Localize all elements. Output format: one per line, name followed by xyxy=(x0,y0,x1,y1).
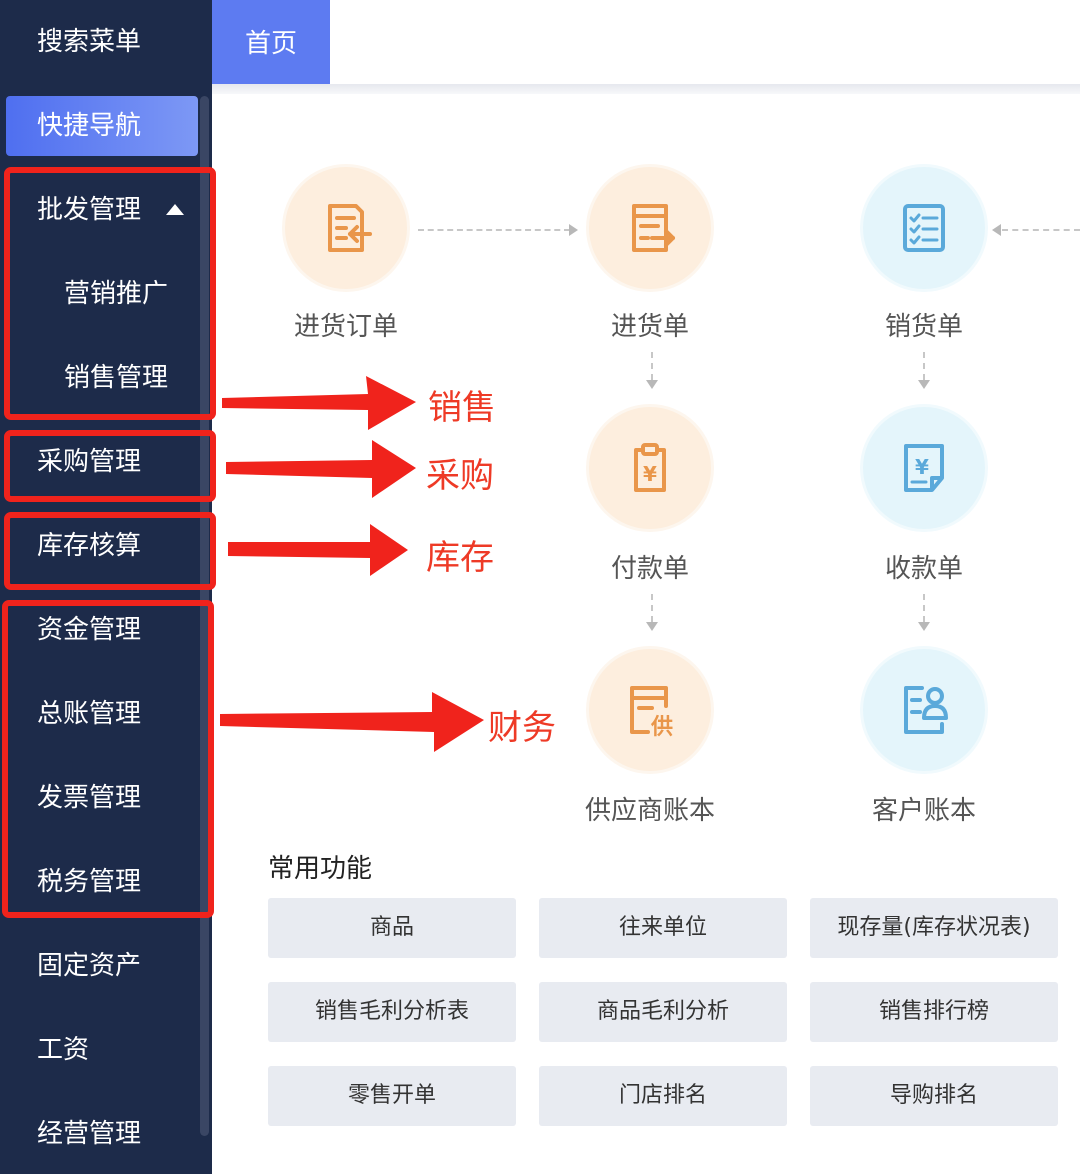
red-arrow-icon xyxy=(226,440,416,498)
function-button-product-margin[interactable]: 商品毛利分析 xyxy=(539,982,787,1042)
function-button-guide-ranking[interactable]: 导购排名 xyxy=(810,1066,1058,1126)
function-button-product[interactable]: 商品 xyxy=(268,898,516,958)
function-button-partners[interactable]: 往来单位 xyxy=(539,898,787,958)
function-button-sales-ranking[interactable]: 销售排行榜 xyxy=(810,982,1058,1042)
function-button-stock-status[interactable]: 现存量(库存状况表) xyxy=(810,898,1058,958)
function-button-store-ranking[interactable]: 门店排名 xyxy=(539,1066,787,1126)
annotation-sales: 销售 xyxy=(428,388,496,428)
common-functions-title: 常用功能 xyxy=(268,854,373,884)
red-arrow-icon xyxy=(222,376,416,430)
red-arrow-icon xyxy=(220,692,484,752)
function-button-retail-order[interactable]: 零售开单 xyxy=(268,1066,516,1126)
function-button-sales-margin-report[interactable]: 销售毛利分析表 xyxy=(268,982,516,1042)
annotation-finance: 财务 xyxy=(488,708,556,748)
annotation-inventory: 库存 xyxy=(426,538,494,578)
red-arrow-icon xyxy=(228,524,408,576)
annotation-purchase: 采购 xyxy=(426,456,494,496)
